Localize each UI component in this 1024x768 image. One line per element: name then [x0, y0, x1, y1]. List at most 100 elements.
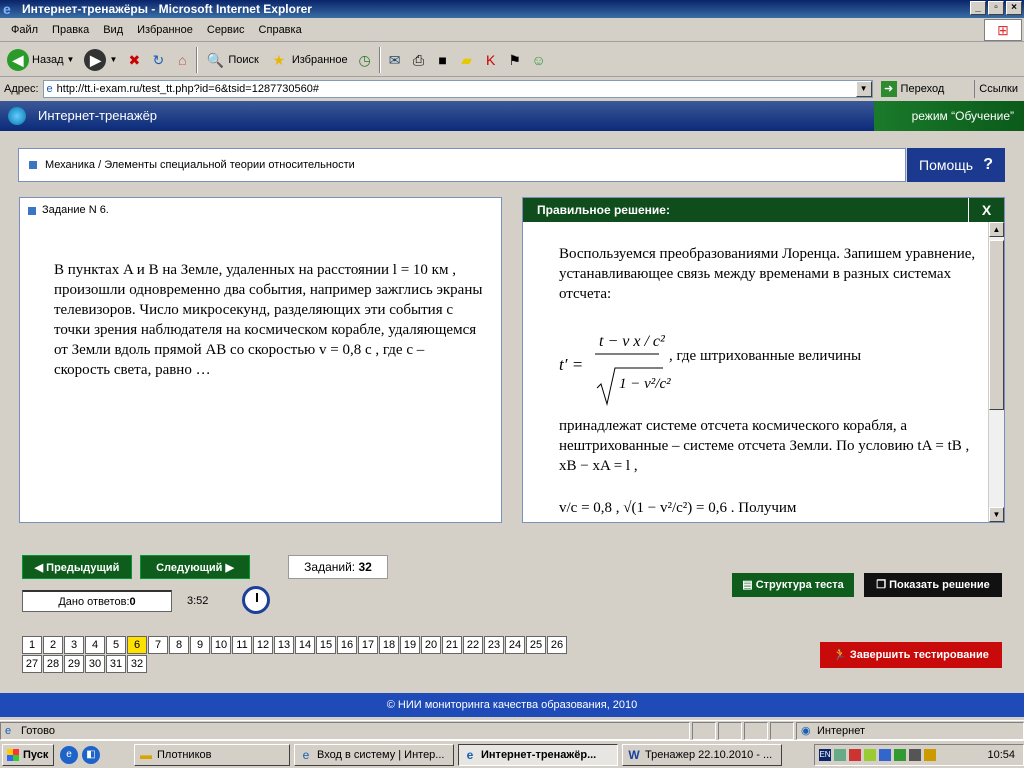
- page-number-button[interactable]: 25: [526, 636, 546, 654]
- close-solution-button[interactable]: X: [968, 198, 1004, 222]
- finish-button[interactable]: 🏃 Завершить тестирование: [820, 642, 1002, 668]
- solution-scrollbar[interactable]: ▲ ▼: [988, 222, 1004, 522]
- bullet-icon: [28, 207, 36, 215]
- links-button[interactable]: Ссылки: [974, 80, 1022, 98]
- history-icon[interactable]: ◷: [355, 50, 375, 70]
- prev-button[interactable]: ◀ Предыдущий: [22, 555, 132, 579]
- taskbar-item-word[interactable]: W Тренажер 22.10.2010 - ...: [622, 743, 782, 766]
- back-button[interactable]: ◀ Назад ▼: [4, 46, 77, 74]
- tray-icon[interactable]: [894, 749, 906, 761]
- help-button[interactable]: Помощь ?: [907, 148, 1005, 182]
- page-number-button[interactable]: 21: [442, 636, 462, 654]
- show-solution-button[interactable]: ❐ Показать решение: [864, 573, 1002, 597]
- dropdown-arrow-icon[interactable]: ▼: [67, 55, 75, 64]
- menu-view[interactable]: Вид: [96, 24, 130, 36]
- page-number-button[interactable]: 14: [295, 636, 315, 654]
- page-number-button[interactable]: 13: [274, 636, 294, 654]
- refresh-icon[interactable]: ↻: [148, 50, 168, 70]
- language-indicator[interactable]: EN: [819, 749, 831, 761]
- tray-icon[interactable]: [879, 749, 891, 761]
- page-number-button[interactable]: 30: [85, 655, 105, 673]
- address-input[interactable]: e http://tt.i-exam.ru/test_tt.php?id=6&t…: [42, 80, 873, 98]
- tray-icon[interactable]: [849, 749, 861, 761]
- page-number-button[interactable]: 26: [547, 636, 567, 654]
- mail-icon[interactable]: ✉: [385, 50, 405, 70]
- menu-help[interactable]: Справка: [252, 24, 309, 36]
- dropdown-arrow-icon[interactable]: ▼: [109, 55, 117, 64]
- structure-button[interactable]: ▤ Структура теста: [732, 573, 854, 597]
- close-button[interactable]: ×: [1006, 1, 1022, 15]
- page-number-button[interactable]: 29: [64, 655, 84, 673]
- footer: © НИИ мониторинга качества образования, …: [0, 693, 1024, 717]
- mode-badge: режим “Обучение”: [874, 101, 1024, 131]
- page-number-button[interactable]: 5: [106, 636, 126, 654]
- go-button[interactable]: ➜ Переход: [880, 81, 944, 97]
- tray-icon[interactable]: [924, 749, 936, 761]
- globe-icon: ◉: [801, 724, 811, 737]
- maximize-button[interactable]: ▫: [988, 1, 1004, 15]
- page-number-button[interactable]: 11: [232, 636, 252, 654]
- page-number-button[interactable]: 19: [400, 636, 420, 654]
- home-icon[interactable]: ⌂: [172, 50, 192, 70]
- toolbar-separator: [196, 46, 199, 73]
- page-number-button[interactable]: 3: [64, 636, 84, 654]
- back-label: Назад: [32, 53, 64, 66]
- stop-icon[interactable]: ✖: [124, 50, 144, 70]
- page-number-button[interactable]: 7: [148, 636, 168, 654]
- page-number-button[interactable]: 2: [43, 636, 63, 654]
- page-number-button[interactable]: 10: [211, 636, 231, 654]
- taskbar-item-label: Тренажер 22.10.2010 - ...: [645, 748, 773, 761]
- start-button[interactable]: Пуск: [2, 743, 54, 766]
- edit-icon[interactable]: ■: [433, 50, 453, 70]
- desktop-quicklaunch-icon[interactable]: ◧: [82, 745, 100, 764]
- search-button[interactable]: 🔍 Поиск: [202, 46, 261, 74]
- menu-edit[interactable]: Правка: [45, 24, 96, 36]
- page-number-button[interactable]: 16: [337, 636, 357, 654]
- next-button[interactable]: Следующий ▶: [140, 555, 250, 579]
- page-number-button[interactable]: 28: [43, 655, 63, 673]
- page-number-button[interactable]: 18: [379, 636, 399, 654]
- taskbar-item-folder[interactable]: ▬ Плотников: [134, 743, 290, 766]
- page-number-button[interactable]: 17: [358, 636, 378, 654]
- messenger-icon[interactable]: ☺: [529, 50, 549, 70]
- note-icon[interactable]: ▰: [457, 50, 477, 70]
- scroll-up-icon[interactable]: ▲: [989, 222, 1004, 237]
- show-solution-label: Показать решение: [889, 579, 990, 591]
- menu-tools[interactable]: Сервис: [200, 24, 252, 36]
- menu-file[interactable]: Файл: [4, 24, 45, 36]
- tray-icon[interactable]: [864, 749, 876, 761]
- page-number-button[interactable]: 4: [85, 636, 105, 654]
- forward-button[interactable]: ▶ ▼: [81, 46, 120, 74]
- page-number-button[interactable]: 31: [106, 655, 126, 673]
- scroll-thumb[interactable]: [989, 240, 1004, 410]
- taskbar-item-login[interactable]: e Вход в систему | Интер...: [294, 743, 454, 766]
- page-number-button[interactable]: 1: [22, 636, 42, 654]
- page-number-button[interactable]: 15: [316, 636, 336, 654]
- research-icon[interactable]: ⚑: [505, 50, 525, 70]
- ie-quicklaunch-icon[interactable]: e: [60, 745, 78, 764]
- bullet-icon: [29, 161, 37, 169]
- solution-condition: v/c = 0,8 , √(1 − v²/c²) = 0,6 . Получим: [559, 500, 797, 516]
- print-icon[interactable]: ⎙: [409, 50, 429, 70]
- page-number-button[interactable]: 8: [169, 636, 189, 654]
- page-number-button[interactable]: 22: [463, 636, 483, 654]
- page-number-button[interactable]: 20: [421, 636, 441, 654]
- favorites-button[interactable]: ★ Избранное: [266, 46, 351, 74]
- scroll-down-icon[interactable]: ▼: [989, 507, 1004, 522]
- page-number-button[interactable]: 6: [127, 636, 147, 654]
- page-number-button[interactable]: 9: [190, 636, 210, 654]
- minimize-button[interactable]: _: [970, 1, 986, 15]
- tray-icon[interactable]: [834, 749, 846, 761]
- address-dropdown-icon[interactable]: ▼: [855, 81, 872, 97]
- page-number-button[interactable]: 27: [22, 655, 42, 673]
- page-number-button[interactable]: 24: [505, 636, 525, 654]
- toolbar-separator: [378, 46, 381, 73]
- page-number-button[interactable]: 12: [253, 636, 273, 654]
- page-number-button[interactable]: 32: [127, 655, 147, 673]
- menu-favorites[interactable]: Избранное: [130, 24, 200, 36]
- kaspersky-icon[interactable]: K: [481, 50, 501, 70]
- taskbar-item-trainer[interactable]: e Интернет-тренажёр...: [458, 743, 618, 766]
- tray-icon[interactable]: [909, 749, 921, 761]
- breadcrumb: Механика / Элементы специальной теории о…: [18, 148, 906, 182]
- page-number-button[interactable]: 23: [484, 636, 504, 654]
